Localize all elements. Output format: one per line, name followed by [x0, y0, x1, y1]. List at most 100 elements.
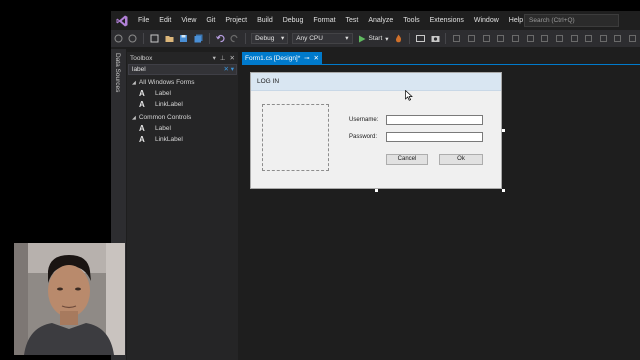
save-icon[interactable] — [179, 33, 190, 44]
search-input[interactable]: Search (Ctrl+Q) — [524, 14, 619, 27]
resize-handle-bottom[interactable] — [375, 189, 378, 192]
toolbox-search-value: label — [132, 66, 146, 73]
close-icon[interactable]: ✕ — [314, 54, 319, 62]
configuration-value: Debug — [255, 35, 275, 42]
ok-button[interactable]: Ok — [439, 154, 483, 165]
tool-name: LinkLabel — [155, 136, 183, 143]
vspacing-icon[interactable] — [598, 33, 609, 44]
picture-box[interactable] — [262, 104, 329, 171]
password-label: Password: — [349, 134, 378, 140]
webcam-overlay — [14, 243, 125, 355]
group-name: Common Controls — [138, 114, 192, 121]
toolbox-search-input[interactable]: label ✕ ▾ — [128, 64, 237, 75]
menu-test[interactable]: Test — [341, 11, 364, 30]
toolbox-title-bar: Toolbox ▾ ⊥ ✕ — [127, 52, 238, 64]
toolbar-separator — [445, 33, 447, 44]
forward-icon[interactable] — [128, 33, 139, 44]
clear-search-icon[interactable]: ✕ ▾ — [223, 65, 234, 74]
menu-project[interactable]: Project — [220, 11, 252, 30]
label-icon: A — [139, 124, 145, 133]
dropdown-icon[interactable]: ▾ — [213, 54, 216, 62]
same-size-icon[interactable] — [569, 33, 580, 44]
menu-analyze[interactable]: Analyze — [363, 11, 398, 30]
tab-label: Form1.cs [Design]* — [245, 54, 301, 62]
menu-build[interactable]: Build — [252, 11, 278, 30]
toolbar-separator — [208, 33, 210, 44]
group-header[interactable]: ◢ All Windows Forms — [127, 77, 238, 88]
tool-name: Label — [155, 90, 171, 97]
flame-icon[interactable] — [394, 33, 405, 44]
linklabel-icon: A — [139, 135, 145, 144]
pin-icon[interactable]: ⊸ — [304, 54, 309, 62]
menu-format[interactable]: Format — [308, 11, 340, 30]
resize-handle-right[interactable] — [502, 129, 505, 132]
tool-linklabel[interactable]: A LinkLabel — [127, 134, 238, 145]
same-width-icon[interactable] — [539, 33, 550, 44]
tab-form1-design[interactable]: Form1.cs [Design]* ⊸ ✕ — [242, 52, 322, 64]
password-textbox[interactable] — [386, 132, 483, 142]
same-height-icon[interactable] — [554, 33, 565, 44]
undo-icon[interactable] — [215, 33, 226, 44]
open-folder-icon[interactable] — [164, 33, 175, 44]
tool-name: Label — [155, 125, 171, 132]
chevron-down-icon: ▾ — [280, 35, 285, 42]
username-textbox[interactable] — [386, 115, 483, 125]
group-header[interactable]: ◢ Common Controls — [127, 112, 238, 123]
configuration-select[interactable]: Debug ▾ — [251, 33, 289, 44]
hspacing-icon[interactable] — [583, 33, 594, 44]
center-horizontally-icon[interactable] — [613, 33, 624, 44]
tool-label[interactable]: A Label — [127, 123, 238, 134]
label-icon: A — [139, 89, 145, 98]
chevron-down-icon: ▾ — [385, 35, 389, 43]
menu-debug[interactable]: Debug — [278, 11, 309, 30]
pin-icon[interactable]: ⊥ — [220, 54, 226, 62]
center-vertically-icon[interactable] — [627, 33, 638, 44]
menu-bar: File Edit View Git Project Build Debug F… — [111, 11, 640, 30]
username-label: Username: — [349, 117, 379, 123]
group-name: All Windows Forms — [138, 79, 195, 86]
close-icon[interactable]: ✕ — [230, 54, 235, 62]
toolbox-group-common-controls: ◢ Common Controls A Label A LinkLabel — [127, 112, 238, 145]
toolbar-separator — [409, 33, 411, 44]
live-share-icon[interactable] — [415, 33, 426, 44]
form-title: LOG IN — [251, 73, 501, 91]
presenter-photo — [14, 243, 125, 355]
tool-name: LinkLabel — [155, 101, 183, 108]
cancel-button[interactable]: Cancel — [386, 154, 428, 165]
menu-git[interactable]: Git — [201, 11, 220, 30]
linklabel-icon: A — [139, 100, 145, 109]
align-bottom-icon[interactable] — [525, 33, 536, 44]
align-top-icon[interactable] — [495, 33, 506, 44]
align-center-icon[interactable] — [466, 33, 477, 44]
collapse-triangle-icon: ◢ — [132, 79, 136, 86]
toolbar-separator — [245, 33, 247, 44]
data-sources-tab[interactable]: Data Sources — [114, 53, 121, 92]
toolbar: Debug ▾ Any CPU ▾ Start ▾ — [111, 30, 640, 47]
play-icon — [358, 35, 366, 42]
new-item-icon[interactable] — [149, 33, 160, 44]
tool-label[interactable]: A Label — [127, 88, 238, 99]
back-icon[interactable] — [113, 33, 124, 44]
menu-extensions[interactable]: Extensions — [425, 11, 469, 30]
toolbox-panel: Toolbox ▾ ⊥ ✕ label ✕ ▾ ◢ All Windows Fo… — [127, 52, 238, 360]
save-all-icon[interactable] — [193, 33, 204, 44]
menu-file[interactable]: File — [133, 11, 154, 30]
align-right-icon[interactable] — [481, 33, 492, 44]
menu-edit[interactable]: Edit — [154, 11, 176, 30]
login-form-designer[interactable]: LOG IN Username: Password: Cancel Ok — [250, 72, 502, 189]
menu-tools[interactable]: Tools — [398, 11, 424, 30]
toolbox-group-all-windows-forms: ◢ All Windows Forms A Label A LinkLabel — [127, 77, 238, 110]
start-label: Start — [368, 35, 383, 42]
resize-handle-corner[interactable] — [502, 189, 505, 192]
tool-linklabel[interactable]: A LinkLabel — [127, 99, 238, 110]
visual-studio-window: File Edit View Git Project Build Debug F… — [111, 11, 640, 360]
camera-icon[interactable] — [430, 33, 441, 44]
align-middle-icon[interactable] — [510, 33, 521, 44]
visual-studio-logo-icon[interactable] — [111, 11, 133, 30]
platform-select[interactable]: Any CPU ▾ — [292, 33, 353, 44]
menu-view[interactable]: View — [176, 11, 201, 30]
redo-icon[interactable] — [230, 33, 241, 44]
start-button[interactable]: Start ▾ — [358, 35, 389, 43]
menu-window[interactable]: Window — [469, 11, 504, 30]
align-left-icon[interactable] — [451, 33, 462, 44]
